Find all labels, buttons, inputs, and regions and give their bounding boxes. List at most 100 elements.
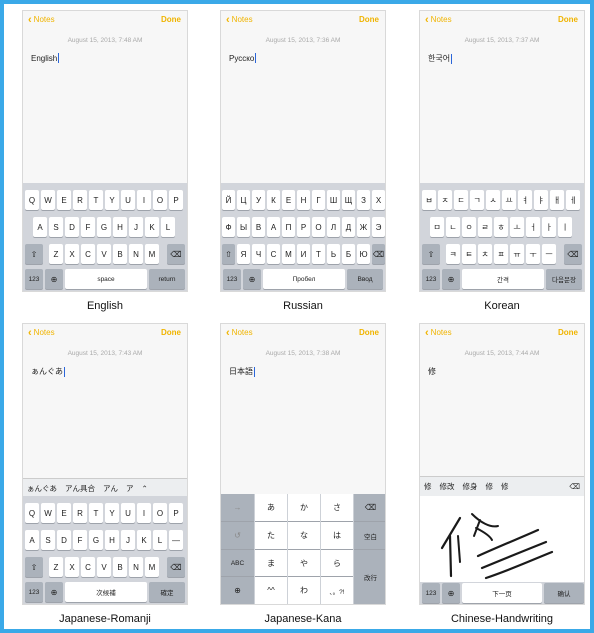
key[interactable]: Н — [297, 190, 310, 210]
kana-key[interactable]: あ — [255, 494, 287, 521]
delete-key[interactable]: ⌫ — [167, 557, 185, 577]
confirm-key[interactable]: 確定 — [149, 582, 185, 602]
key[interactable]: ㅛ — [502, 190, 516, 210]
key[interactable]: B — [113, 557, 127, 577]
kana-key[interactable]: 、。?! — [321, 577, 353, 604]
kana-key[interactable]: わ — [288, 577, 320, 604]
key[interactable]: P — [169, 503, 183, 523]
key[interactable]: A — [33, 217, 47, 237]
key[interactable]: Х — [372, 190, 385, 210]
shift-key[interactable]: ⇧ — [222, 244, 235, 264]
note-text[interactable]: English — [31, 53, 60, 63]
key[interactable]: F — [81, 217, 95, 237]
key[interactable]: Л — [327, 217, 340, 237]
numbers-key[interactable]: 123 — [25, 582, 43, 602]
kana-key[interactable]: ^^ — [255, 577, 287, 604]
key[interactable]: G — [89, 530, 103, 550]
key[interactable]: R — [73, 503, 87, 523]
key[interactable]: С — [267, 244, 280, 264]
key[interactable]: Ю — [357, 244, 370, 264]
key[interactable]: C — [81, 557, 95, 577]
key[interactable]: Ч — [252, 244, 265, 264]
note-text[interactable]: 한국어 — [428, 53, 453, 64]
key[interactable]: I — [137, 190, 151, 210]
key[interactable]: D — [57, 530, 71, 550]
key[interactable]: Ц — [237, 190, 250, 210]
globe-key[interactable]: ⊕ — [243, 269, 261, 289]
key[interactable]: Z — [49, 557, 63, 577]
return-key[interactable]: 다음문장 — [546, 269, 582, 289]
key[interactable]: Y — [105, 503, 119, 523]
key[interactable]: U — [121, 190, 135, 210]
key[interactable]: ㅔ — [566, 190, 580, 210]
key[interactable]: В — [252, 217, 265, 237]
key[interactable]: О — [312, 217, 325, 237]
key[interactable]: ㅍ — [494, 244, 508, 264]
key[interactable]: J — [121, 530, 135, 550]
key[interactable]: N — [129, 557, 143, 577]
key[interactable]: ㅡ — [542, 244, 556, 264]
numbers-key[interactable]: 123 — [422, 583, 440, 603]
key[interactable]: T — [89, 190, 103, 210]
key[interactable]: A — [25, 530, 39, 550]
key[interactable]: Z — [49, 244, 63, 264]
back-button[interactable]: ‹ Notes — [28, 327, 55, 338]
key[interactable]: ㅠ — [510, 244, 524, 264]
key[interactable]: ㅑ — [534, 190, 548, 210]
shift-key[interactable]: ⇧ — [25, 557, 43, 577]
key[interactable]: S — [49, 217, 63, 237]
key[interactable]: ㄴ — [446, 217, 460, 237]
key[interactable]: ㅏ — [542, 217, 556, 237]
key[interactable]: ㅣ — [558, 217, 572, 237]
shift-key[interactable]: ⇧ — [25, 244, 43, 264]
key[interactable]: ㅇ — [462, 217, 476, 237]
key[interactable]: А — [267, 217, 280, 237]
globe-key[interactable]: ⊕ — [45, 269, 63, 289]
key[interactable]: Ш — [327, 190, 340, 210]
key[interactable]: M — [145, 244, 159, 264]
candidate[interactable]: 修 — [497, 481, 513, 492]
key[interactable]: L — [153, 530, 167, 550]
key[interactable]: ㅈ — [438, 190, 452, 210]
key[interactable]: P — [169, 190, 183, 210]
key[interactable]: Д — [342, 217, 355, 237]
delete-key[interactable]: ⌫ — [372, 244, 385, 264]
key[interactable]: Б — [342, 244, 355, 264]
note-text[interactable]: ぁんぐあ — [31, 366, 65, 377]
kana-key[interactable]: ら — [321, 550, 353, 576]
arrow-right-key[interactable]: → — [221, 494, 254, 521]
candidate[interactable]: 修身 — [459, 481, 482, 492]
globe-key[interactable]: ⊕ — [442, 583, 460, 603]
candidate[interactable]: 修 — [420, 481, 436, 492]
key[interactable]: X — [65, 557, 79, 577]
key[interactable]: У — [252, 190, 265, 210]
done-button[interactable]: Done — [161, 328, 181, 337]
abc-key[interactable]: ABC — [221, 550, 254, 576]
key[interactable]: ㅐ — [550, 190, 564, 210]
back-button[interactable]: ‹ Notes — [425, 327, 452, 338]
numbers-key[interactable]: 123 — [25, 269, 43, 289]
return-key[interactable]: 改行 — [354, 550, 385, 604]
kana-key[interactable]: か — [288, 494, 320, 521]
done-button[interactable]: Done — [359, 15, 379, 24]
delete-key[interactable]: ⌫ — [564, 244, 582, 264]
key[interactable]: ㅓ — [526, 217, 540, 237]
candidate[interactable]: ぁんぐあ — [23, 483, 61, 494]
key[interactable]: O — [153, 190, 167, 210]
space-key[interactable]: 간격 — [462, 269, 544, 289]
kana-key[interactable]: た — [255, 522, 287, 549]
kana-key[interactable]: さ — [321, 494, 353, 521]
note-text[interactable]: 修 — [428, 366, 436, 377]
backspace-icon[interactable]: ⌫ — [565, 482, 584, 491]
key[interactable]: Ы — [237, 217, 250, 237]
key[interactable]: F — [73, 530, 87, 550]
space-key[interactable]: 空白 — [354, 522, 385, 549]
key[interactable]: — — [169, 530, 183, 550]
key[interactable]: I — [137, 503, 151, 523]
delete-key[interactable]: ⌫ — [354, 494, 385, 521]
key[interactable]: З — [357, 190, 370, 210]
candidate[interactable]: ア — [122, 483, 138, 494]
key[interactable]: W — [41, 503, 55, 523]
note-text[interactable]: Русско — [229, 53, 257, 63]
key[interactable]: ㅎ — [494, 217, 508, 237]
